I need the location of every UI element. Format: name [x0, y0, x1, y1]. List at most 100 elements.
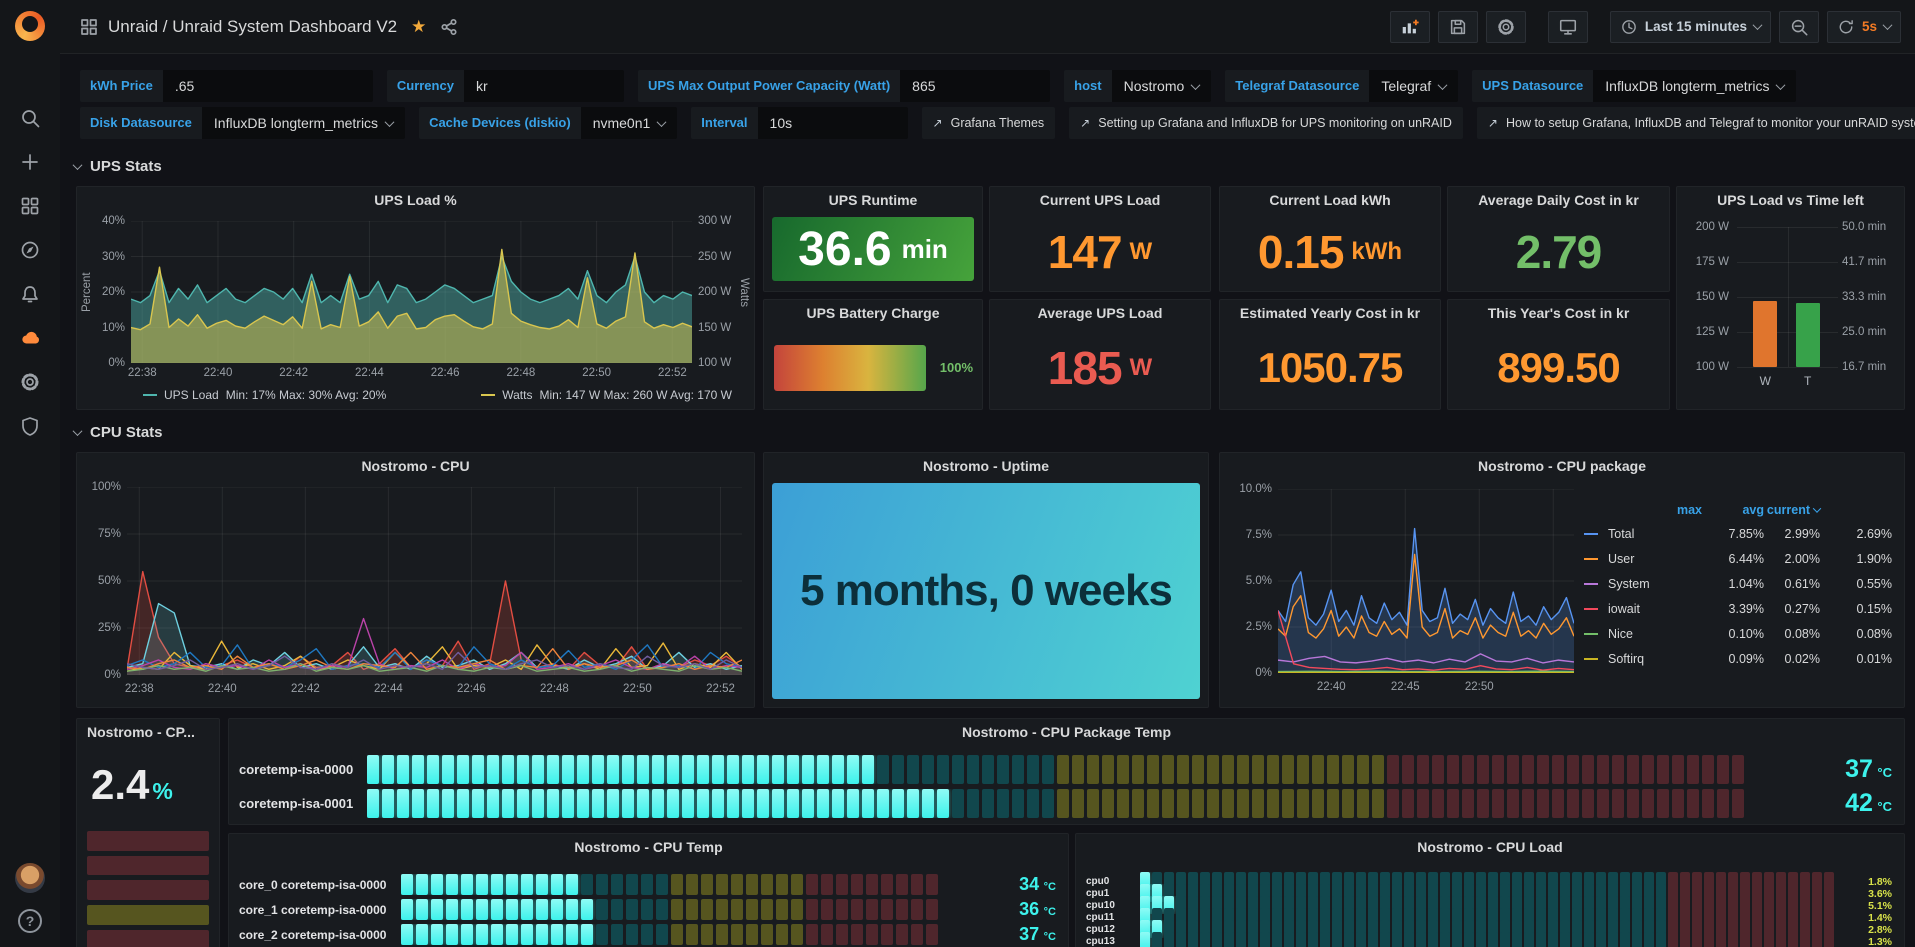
row-value: 37 [1019, 924, 1039, 944]
cpu-chart[interactable] [127, 487, 742, 675]
led-cell [641, 874, 653, 895]
user-avatar[interactable] [15, 863, 45, 893]
cpu-package-chart[interactable] [1278, 489, 1574, 673]
currency-input[interactable]: kr [464, 70, 624, 102]
panel-title[interactable]: Current UPS Load [990, 187, 1210, 213]
telegraf-datasource-select[interactable]: Telegraf [1369, 70, 1458, 102]
led-cell [1392, 932, 1402, 947]
legend-watts[interactable]: Watts Min: 147 W Max: 260 W Avg: 170 W [481, 388, 732, 402]
panel-title[interactable]: Nostromo - CPU Package Temp [229, 719, 1904, 745]
led-cell [1248, 932, 1258, 947]
legend-color [1584, 583, 1598, 585]
axis-tick: 22:38 [128, 367, 157, 379]
create-plus-icon[interactable] [19, 151, 41, 173]
row-ups-stats[interactable]: UPS Stats [74, 158, 162, 175]
axis-tick: 22:46 [457, 683, 486, 695]
led-cell [847, 789, 859, 818]
grafana-logo[interactable] [15, 11, 45, 41]
panel-title[interactable]: Nostromo - CPU package [1220, 453, 1904, 479]
led-cell [607, 789, 619, 818]
dashboard-settings-button[interactable] [1486, 11, 1526, 43]
ups-datasource-select[interactable]: InfluxDB longterm_metrics [1593, 70, 1796, 102]
legend-row-user[interactable]: User 6.44% 2.00% 1.90% [1584, 546, 1896, 571]
configuration-gear-icon[interactable] [19, 371, 41, 393]
led-row-cpu10: cpu10 5.1% [1086, 896, 1892, 906]
led-cell [1147, 789, 1159, 818]
ups-bar-chart[interactable]: WT [1737, 227, 1838, 367]
ups-max-input[interactable]: 865 [900, 70, 1050, 102]
axis-tick: 2.5% [1246, 621, 1272, 633]
led-cell [832, 755, 844, 784]
dashboards-icon[interactable] [19, 195, 41, 217]
led-cell [457, 789, 469, 818]
panel-title[interactable]: UPS Battery Charge [764, 300, 982, 326]
led-cell [547, 789, 559, 818]
led-cell [1537, 755, 1549, 784]
panel-title[interactable]: Nostromo - CP... [77, 719, 219, 745]
admin-shield-icon[interactable] [19, 415, 41, 437]
interval-input[interactable]: 10s [758, 107, 908, 139]
panel-title[interactable]: UPS Runtime [764, 187, 982, 213]
page-title[interactable]: Unraid / Unraid System Dashboard V2 [108, 17, 397, 37]
link-telegraf-setup-guide[interactable]: ↗How to setup Grafana, InfluxDB and Tele… [1477, 107, 1915, 139]
favorite-star-icon[interactable]: ★ [411, 17, 426, 37]
row-label: coretemp-isa-0000 [239, 762, 357, 777]
led-cell [472, 789, 484, 818]
panel-title[interactable]: Current Load kWh [1220, 187, 1440, 213]
external-link-icon: ↗ [1488, 116, 1498, 130]
panel-title[interactable]: Average Daily Cost in kr [1448, 187, 1669, 213]
led-gauge [1140, 932, 1834, 947]
help-icon[interactable]: ? [18, 909, 42, 933]
cache-devices-select[interactable]: nvme0n1 [581, 107, 678, 139]
legend-row-system[interactable]: System 1.04% 0.61% 0.55% [1584, 571, 1896, 596]
alerting-bell-icon[interactable] [19, 283, 41, 305]
legend-row-iowait[interactable]: iowait 3.39% 0.27% 0.15% [1584, 596, 1896, 621]
add-panel-button[interactable] [1390, 11, 1430, 43]
led-cell [667, 789, 679, 818]
legend-row-total[interactable]: Total 7.85% 2.99% 2.69% [1584, 521, 1896, 546]
share-icon[interactable] [440, 18, 458, 36]
panel-title[interactable]: Average UPS Load [990, 300, 1210, 326]
save-dashboard-button[interactable] [1438, 11, 1478, 43]
panel-title[interactable]: Nostromo - Uptime [764, 453, 1208, 479]
host-select[interactable]: Nostromo [1112, 70, 1212, 102]
explore-compass-icon[interactable] [19, 239, 41, 261]
ups-load-chart[interactable] [131, 221, 692, 363]
legend-row-nice[interactable]: Nice 0.10% 0.08% 0.08% [1584, 621, 1896, 646]
led-cell [1680, 932, 1690, 947]
x-axis: 22:3822:4022:4222:4422:4622:4822:5022:52 [131, 365, 692, 381]
legend-row-softirq[interactable]: Softirq 0.09% 0.02% 0.01% [1584, 646, 1896, 671]
refresh-interval-label: 5s [1862, 19, 1877, 34]
zoom-out-button[interactable] [1779, 11, 1819, 43]
axis-tick: 22:50 [582, 367, 611, 379]
led-cell [611, 899, 623, 920]
panel-title[interactable]: UPS Load vs Time left [1677, 187, 1904, 213]
time-range-picker[interactable]: Last 15 minutes [1610, 11, 1771, 43]
panel-title[interactable]: UPS Load % [77, 187, 754, 213]
search-icon[interactable] [19, 107, 41, 129]
refresh-button[interactable]: 5s [1827, 11, 1901, 43]
panel-title[interactable]: Nostromo - CPU [77, 453, 754, 479]
legend-header-current[interactable]: current [1764, 503, 1820, 517]
led-cell [667, 755, 679, 784]
y-axis: 200 W175 W150 W125 W100 W [1681, 227, 1729, 367]
panel-title[interactable]: Estimated Yearly Cost in kr [1220, 300, 1440, 326]
legend-ups-load[interactable]: UPS Load Min: 17% Max: 30% Avg: 20% [143, 388, 386, 402]
link-ups-monitoring-guide[interactable]: ↗Setting up Grafana and InfluxDB for UPS… [1069, 107, 1463, 139]
led-cell [1644, 932, 1654, 947]
axis-tick: 22:40 [1317, 681, 1346, 693]
panel-title[interactable]: Nostromo - CPU Temp [229, 834, 1068, 860]
kwh-price-input[interactable]: .65 [163, 70, 373, 102]
dashboard-grid-icon[interactable] [80, 18, 98, 36]
variable-host: host Nostromo [1064, 70, 1211, 102]
legend-header-avg[interactable]: avg [1702, 503, 1764, 517]
panel-title[interactable]: Nostromo - CPU Load [1076, 834, 1904, 860]
kiosk-mode-button[interactable] [1548, 11, 1588, 43]
panel-title[interactable]: This Year's Cost in kr [1448, 300, 1669, 326]
led-cell [1524, 932, 1534, 947]
legend-header-max[interactable]: max [1584, 503, 1702, 517]
disk-datasource-select[interactable]: InfluxDB longterm_metrics [202, 107, 405, 139]
cloud-plugin-icon[interactable] [19, 327, 41, 349]
row-cpu-stats[interactable]: CPU Stats [74, 424, 163, 441]
link-grafana-themes[interactable]: ↗Grafana Themes [922, 107, 1056, 139]
